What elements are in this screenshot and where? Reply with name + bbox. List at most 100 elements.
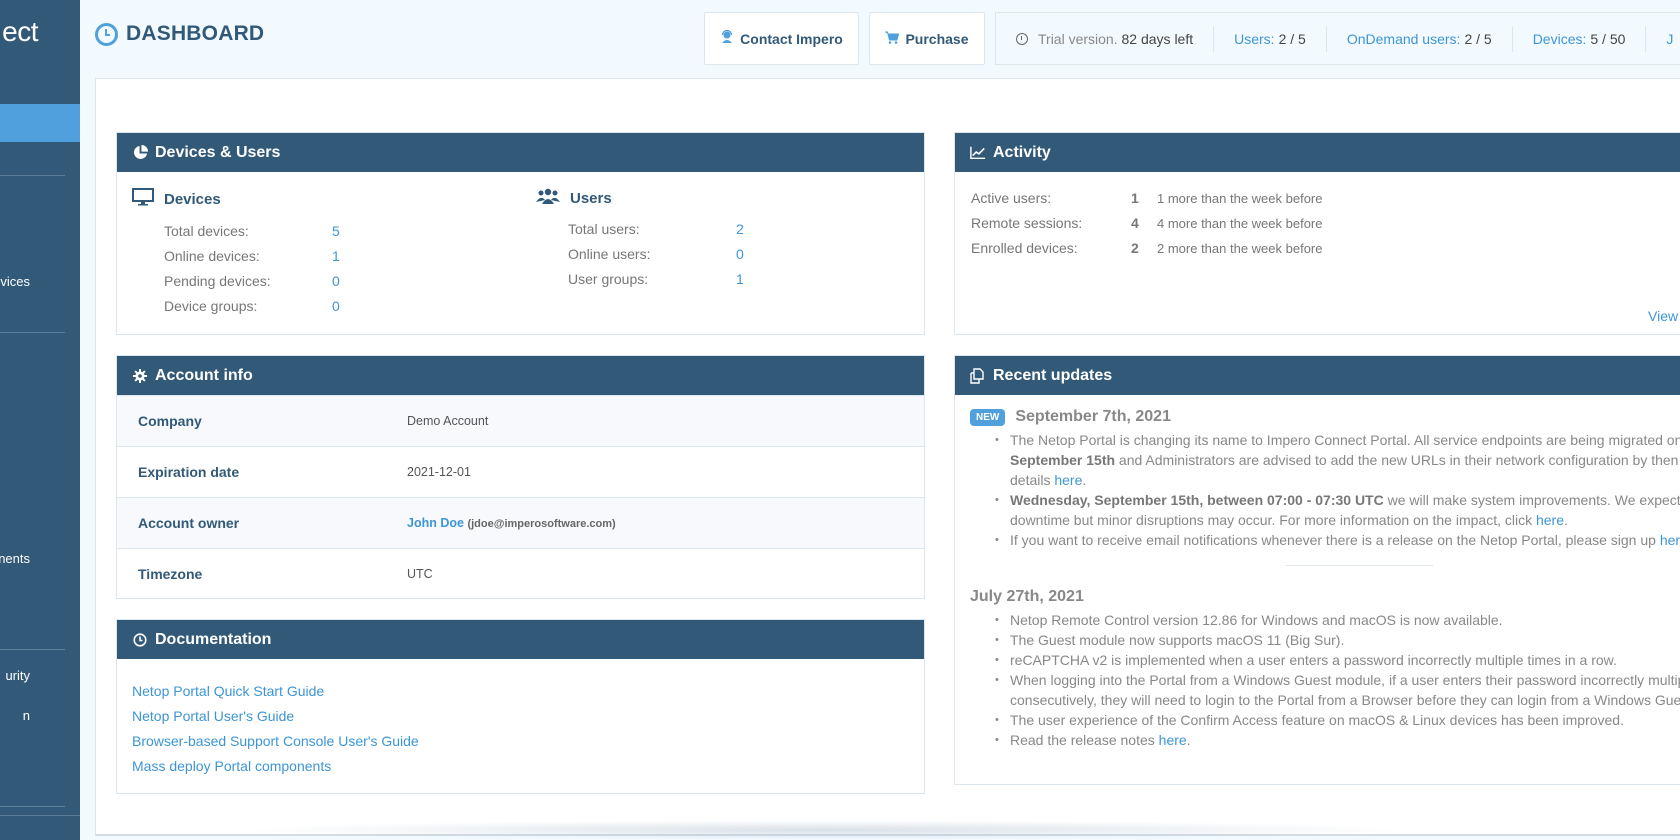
- update-text: .: [1564, 512, 1568, 528]
- ondemand-quota-label: OnDemand users:: [1346, 30, 1461, 47]
- doc-link-support-console-guide[interactable]: Browser-based Support Console User's Gui…: [132, 729, 909, 754]
- stat-row: Total devices: 5: [132, 219, 340, 244]
- sidebar: ect evices nents urity n: [0, 0, 80, 840]
- update-text: Read the release notes: [1010, 732, 1159, 748]
- update-details-link[interactable]: here: [1054, 472, 1082, 488]
- stat-value-link[interactable]: 0: [332, 269, 340, 294]
- sidebar-item-dashboard[interactable]: [0, 104, 80, 142]
- activity-label: Enrolled devices:: [971, 240, 1078, 256]
- stat-label: Online users:: [568, 246, 651, 262]
- doc-link-users-guide[interactable]: Netop Portal User's Guide: [132, 704, 909, 729]
- panel-title: Devices & Users: [155, 143, 281, 161]
- stat-row: Online devices: 1: [132, 244, 340, 269]
- purchase-button[interactable]: Purchase: [869, 12, 985, 65]
- activity-delta: 1 more than the week before: [1157, 191, 1323, 206]
- stat-value-link[interactable]: 1: [736, 267, 744, 292]
- stat-label: Online devices:: [164, 248, 260, 264]
- activity-row: Active users: 1 1 more than the week befor…: [971, 186, 1677, 211]
- documentation-links: Netop Portal Quick Start Guide Netop Por…: [117, 659, 924, 799]
- update-list: Netop Remote Control version 12.86 for W…: [995, 610, 1680, 750]
- users-quota-value: 2 / 5: [1278, 30, 1306, 47]
- stat-label: Pending devices:: [164, 273, 271, 289]
- update-text-bold: September 15th: [1010, 452, 1116, 468]
- users-group-icon: [536, 188, 560, 208]
- panel-header: Account info: [117, 356, 924, 395]
- doc-link-quick-start[interactable]: Netop Portal Quick Start Guide: [132, 679, 909, 704]
- contact-impero-button[interactable]: Contact Impero: [704, 12, 859, 65]
- sidebar-item-deployments[interactable]: nents: [0, 551, 30, 566]
- account-row-timezone: Timezone UTC: [117, 548, 924, 599]
- sidebar-item-devices[interactable]: evices: [0, 274, 30, 289]
- activity-label: Remote sessions:: [971, 215, 1083, 231]
- activity-stats: Active users: 1 1 more than the week befor…: [955, 172, 1680, 275]
- stat-value-link[interactable]: 2: [736, 217, 744, 242]
- doc-link-mass-deploy[interactable]: Mass deploy Portal components: [132, 754, 909, 779]
- update-date-text: September 7th, 2021: [1015, 408, 1171, 425]
- account-owner-link[interactable]: John Doe: [407, 516, 464, 530]
- ondemand-users-quota[interactable]: OnDemand users: 2 / 5: [1327, 25, 1513, 52]
- sidebar-item-admin[interactable]: n: [23, 708, 30, 723]
- update-date-text: July 27th, 2021: [970, 588, 1084, 605]
- page-title: DASHBOARD: [95, 22, 264, 46]
- activity-panel: Activity Active users: 1 1 more than the w…: [954, 132, 1680, 335]
- update-text-bold: Wednesday, September 15th, between 07:00…: [1010, 492, 1384, 508]
- update-item: The user experience of the Confirm Acces…: [995, 710, 1680, 730]
- copy-documents-icon: [970, 367, 986, 384]
- activity-value: 2: [1131, 240, 1139, 256]
- recent-updates-panel: Recent updates NEW September 7th, 2021 T…: [954, 355, 1680, 785]
- purchase-label: Purchase: [905, 30, 969, 47]
- update-list: The Netop Portal is changing its name to…: [995, 430, 1680, 550]
- stat-label: User groups:: [568, 271, 649, 287]
- devices-quota-value: 5 / 50: [1590, 30, 1626, 47]
- contact-impero-label: Contact Impero: [740, 30, 843, 47]
- users-quota[interactable]: Users: 2 / 5: [1214, 25, 1327, 52]
- update-text: .: [1186, 732, 1191, 748]
- panel-header: Activity: [955, 133, 1680, 172]
- update-text: consecutively, they will need to login t…: [1010, 692, 1680, 708]
- update-text: and Administrators are advised to add th…: [1115, 452, 1679, 468]
- update-item: Wednesday, September 15th, between 07:00…: [995, 490, 1680, 530]
- more-status-label: J: [1666, 30, 1674, 47]
- activity-value: 4: [1131, 215, 1139, 231]
- update-impact-link[interactable]: here: [1536, 512, 1564, 528]
- line-chart-icon: [970, 145, 986, 161]
- sidebar-divider: [0, 175, 65, 176]
- devices-heading: Devices: [132, 188, 340, 210]
- release-notes-link[interactable]: here: [1159, 732, 1187, 748]
- trial-text: Trial version.: [1038, 30, 1118, 47]
- sidebar-divider: [0, 649, 65, 650]
- devices-users-panel: Devices & Users Devices Total devices: 5 …: [116, 132, 925, 335]
- dashboard-clock-icon: [95, 22, 118, 46]
- brand-logo-text: ect: [2, 16, 38, 47]
- gear-icon: [132, 368, 148, 384]
- sidebar-item-security[interactable]: urity: [5, 668, 30, 683]
- view-activity-link[interactable]: View: [1648, 308, 1678, 324]
- activity-row: Enrolled devices: 2 2 more than the week b…: [971, 236, 1677, 261]
- signup-link[interactable]: here: [1660, 532, 1680, 548]
- update-item: The Netop Portal is changing its name to…: [995, 430, 1680, 490]
- stat-value-link[interactable]: 1: [332, 244, 340, 269]
- stat-value-link[interactable]: 0: [736, 242, 744, 267]
- update-date: NEW September 7th, 2021: [970, 408, 1678, 426]
- more-status-link[interactable]: J: [1646, 26, 1680, 52]
- account-label: Account owner: [138, 515, 240, 531]
- support-agent-icon: [720, 29, 734, 47]
- panel-title: Account info: [155, 366, 253, 384]
- update-text: details: [1010, 472, 1055, 488]
- update-item: When logging into the Portal from a Wind…: [995, 670, 1680, 710]
- devices-quota[interactable]: Devices: 5 / 50: [1513, 25, 1647, 52]
- stat-row: Total users: 2: [536, 217, 744, 242]
- update-text: The Netop Portal is changing its name to…: [1010, 432, 1680, 448]
- stat-label: Total devices:: [164, 223, 249, 239]
- decorative-shadow: [240, 820, 1410, 840]
- account-label: Company: [138, 413, 202, 429]
- sidebar-divider: [0, 806, 65, 807]
- stat-value-link[interactable]: 0: [332, 294, 340, 319]
- stat-value-link[interactable]: 5: [332, 219, 340, 244]
- shopping-cart-icon: [885, 31, 900, 47]
- panel-title: Activity: [993, 143, 1051, 161]
- update-text: downtime but minor disruptions may occur…: [1010, 512, 1536, 528]
- recent-updates-body: NEW September 7th, 2021 The Netop Portal…: [955, 395, 1680, 763]
- update-text: we will make system improvements. We exp…: [1383, 492, 1680, 508]
- stat-row: Pending devices: 0: [132, 269, 340, 294]
